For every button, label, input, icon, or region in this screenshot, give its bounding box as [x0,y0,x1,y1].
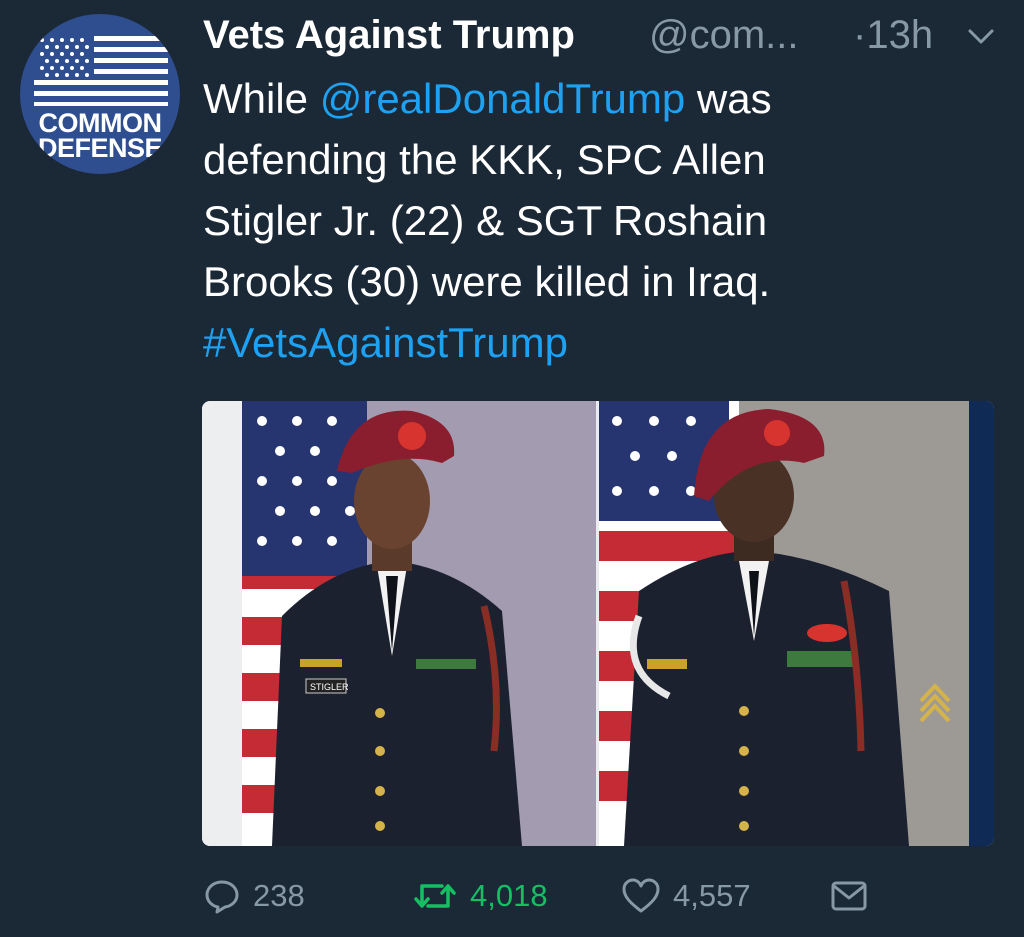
tweet-line: While @realDonaldTrump was [203,68,963,129]
avatar[interactable]: COMMON DEFENSE [20,14,180,174]
tweet-line: defending the KKK, SPC Allen [203,136,766,183]
reply-button[interactable]: 238 [203,870,305,922]
retweet-button[interactable]: 4,018 [412,870,548,922]
tweet-header: Vets Against Trump @com... ·13h [203,10,1003,60]
retweet-count: 4,018 [470,878,548,913]
chevron-down-icon[interactable] [966,24,996,48]
like-icon [622,878,660,913]
mention-link[interactable]: @realDonaldTrump [320,75,686,122]
like-button[interactable]: 4,557 [621,870,751,922]
direct-message-button[interactable] [830,870,868,922]
avatar-logo-line2: DEFENSE [37,133,163,163]
tweet-timestamp[interactable]: ·13h [853,10,933,60]
tweet-text-segment: While [203,75,320,122]
tweet-actions: 238 4,018 4,557 [203,870,983,922]
reply-icon [205,880,239,914]
direct-message-icon [831,881,867,911]
tweet-text: While @realDonaldTrump was defending the… [203,68,963,373]
tweet-line: Brooks (30) were killed in Iraq. [203,258,771,305]
display-name[interactable]: Vets Against Trump [203,10,575,60]
tweet-text-segment: was [685,75,772,122]
tweet-media[interactable]: STIGLER [202,401,994,846]
photo-soldier-left[interactable]: STIGLER [202,401,596,846]
retweet-icon [414,884,456,908]
tweet-line: Stigler Jr. (22) & SGT Roshain [203,197,768,244]
reply-count: 238 [253,878,305,913]
hashtag-link[interactable]: #VetsAgainstTrump [203,319,568,366]
name-tag: STIGLER [310,682,349,692]
like-count: 4,557 [673,878,751,913]
user-handle[interactable]: @com... [649,10,799,60]
photo-soldier-right[interactable] [599,401,994,846]
tweet-line: #VetsAgainstTrump [203,312,963,373]
